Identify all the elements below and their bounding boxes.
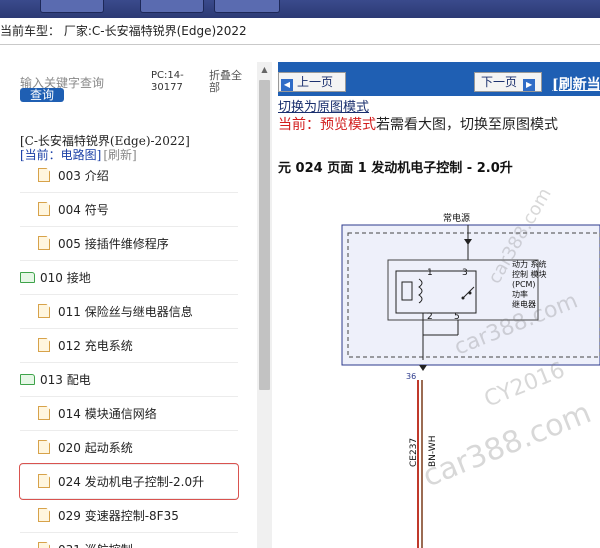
module-line-3: (PCM) [512, 280, 536, 289]
toolbar-button[interactable] [140, 0, 204, 13]
tree-document[interactable]: 005 接插件维修程序 [20, 226, 238, 261]
tree-document[interactable]: 031 巡航控制 [20, 532, 238, 548]
tree-item-label: 012 充电系统 [58, 338, 133, 353]
module-line-2: 控制 模块 [512, 269, 547, 279]
refresh-page-link[interactable]: [刷新当 [552, 74, 600, 94]
connector-arrow [419, 365, 427, 371]
tree-folder[interactable]: 010 接地 [20, 260, 238, 295]
power-label: 常电源 [443, 212, 470, 224]
scrollbar[interactable]: ▲ [257, 62, 272, 548]
arrow-right-icon: ▶ [523, 79, 536, 91]
document-icon [38, 406, 50, 420]
watermark-text: CY2016 [481, 358, 569, 413]
tree-document[interactable]: 003 介绍 [20, 158, 238, 193]
tree-document[interactable]: 029 变速器控制-8F35 [20, 498, 238, 533]
scroll-up-icon[interactable]: ▲ [257, 64, 272, 76]
tree-item-label: 020 起动系统 [58, 440, 133, 455]
document-icon [38, 202, 50, 216]
tree-document[interactable]: 012 充电系统 [20, 328, 238, 363]
document-icon [38, 304, 50, 318]
document-icon [38, 168, 50, 182]
tree-folder[interactable]: 013 配电 [20, 362, 238, 397]
tree-item-label: 004 符号 [58, 202, 109, 217]
pin-1: 1 [427, 268, 433, 278]
tree-item-label: 010 接地 [40, 270, 91, 285]
pin-5: 5 [454, 312, 460, 322]
arrow-left-icon: ◀ [281, 79, 293, 91]
collapse-all-button[interactable]: 折叠全部 [209, 70, 249, 94]
preview-mode-hint: 若需看大图，切换至原图模式 [376, 117, 558, 133]
document-icon [38, 440, 50, 454]
header-divider [0, 44, 600, 45]
folder-icon [20, 373, 35, 385]
pc-code: PC:14-30177 [151, 70, 184, 93]
next-page-button[interactable]: 下一页 ▶ [474, 72, 542, 92]
watermark-text: car388.com [418, 395, 596, 494]
prev-page-button[interactable]: ◀ 上一页 [278, 72, 346, 92]
folder-icon [20, 271, 35, 283]
tree-item-label: 003 介绍 [58, 168, 109, 183]
navigation-pane: 输入关键字查询 查询 PC:14-30177 折叠全部 [C-长安福特锐界(Ed… [0, 62, 276, 548]
document-icon [38, 508, 50, 522]
pin-3: 3 [462, 268, 468, 278]
search-button[interactable]: 查询 [20, 88, 64, 102]
next-page-label: 下一页 [481, 75, 518, 89]
tree-item-label: 005 接插件维修程序 [58, 236, 169, 251]
page-navigation-bar: ◀ 上一页 下一页 ▶ [刷新当 [278, 62, 600, 96]
tree-document[interactable]: 004 符号 [20, 192, 238, 227]
document-icon [38, 236, 50, 250]
connector-number: 36 [406, 372, 416, 381]
module-line-4: 功率 [512, 289, 528, 299]
toolbar-button[interactable] [214, 0, 280, 13]
document-icon [38, 338, 50, 352]
tree-item-label: 024 发动机电子控制-2.0升 [58, 474, 205, 489]
diagram-title: 元 024 页面 1 发动机电子控制 - 2.0升 [278, 161, 513, 176]
document-icon [38, 474, 50, 488]
preview-mode-label: 当前：预览模式 [278, 117, 376, 133]
tree-item-label: 031 巡航控制 [58, 541, 133, 548]
tree-document[interactable]: 024 发动机电子控制-2.0升 [19, 463, 239, 500]
tree-document[interactable]: 014 模块通信网络 [20, 396, 238, 431]
tree-item-label: 013 配电 [40, 372, 91, 387]
tree-document[interactable]: 020 起动系统 [20, 430, 238, 465]
current-model-line: 当前车型： 厂家:C-长安福特锐界(Edge)2022 [0, 24, 247, 38]
document-icon [38, 542, 50, 548]
scroll-thumb[interactable] [259, 80, 270, 390]
diagram-pane: ◀ 上一页 下一页 ▶ [刷新当 切换为原图模式 当前：预览模式若需看大图，切换至原… [278, 62, 600, 548]
tree-document[interactable]: 011 保险丝与继电器信息 [20, 294, 238, 329]
toolbar-button[interactable] [40, 0, 104, 13]
app-toolbar [0, 0, 600, 18]
preview-mode-notice: 当前：预览模式若需看大图，切换至原图模式 [278, 114, 558, 134]
switch-mode-link[interactable]: 切换为原图模式 [278, 96, 369, 115]
pin-2: 2 [427, 312, 433, 322]
tree-item-label: 014 模块通信网络 [58, 406, 157, 421]
wiring-diagram: 常电源 1 3 2 5 动力 系统 控制 模块 (PCM) 功率 继电器 36 … [341, 184, 600, 548]
tree-item-label: 029 变速器控制-8F35 [58, 508, 179, 523]
tree-item-label: 011 保险丝与继电器信息 [58, 304, 193, 319]
prev-page-label: 上一页 [297, 75, 334, 89]
